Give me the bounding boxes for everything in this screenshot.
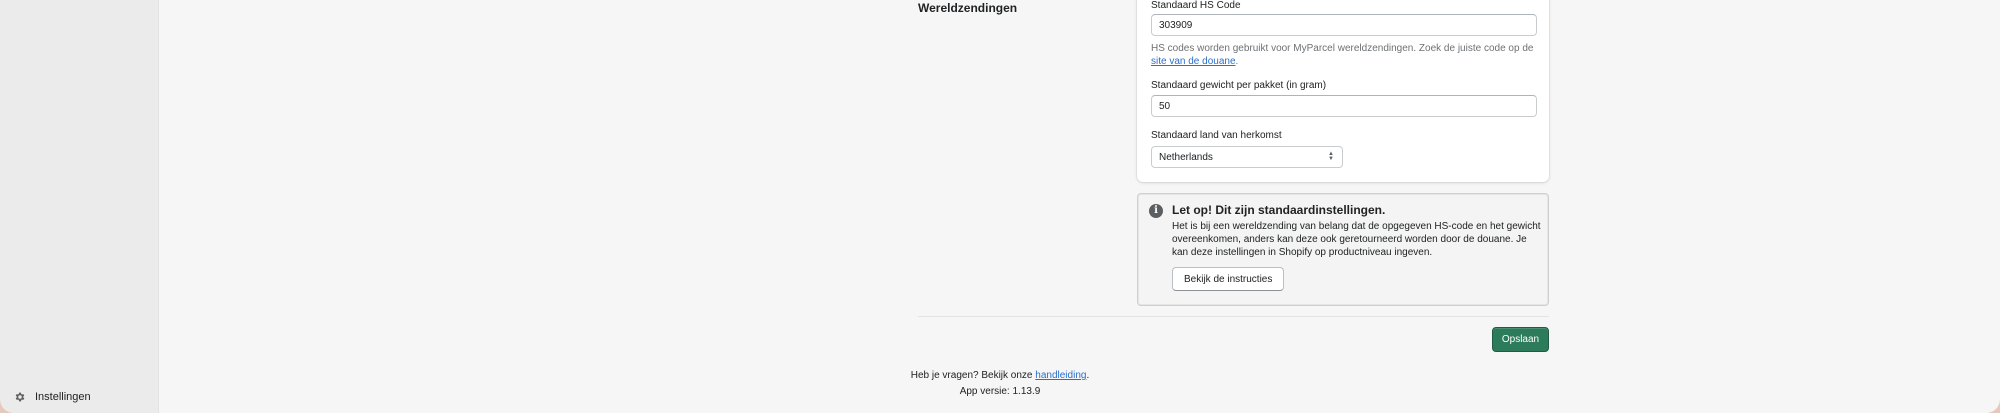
footer-help: Heb je vragen? Bekijk onze handleiding. (0, 370, 2000, 381)
settings-card: Standaard HS Code HS codes worden gebrui… (1137, 0, 1549, 182)
weight-input[interactable] (1151, 95, 1537, 117)
section-title: Wereldzendingen (918, 1, 1018, 15)
app-version: App versie: 1.13.9 (959, 386, 1041, 397)
main-content: Wereldzendingen Standaard HS Code HS cod… (159, 0, 2000, 413)
select-arrows-icon: ▲ ▼ (1328, 151, 1334, 162)
view-instructions-button[interactable]: Bekijk de instructies (1172, 267, 1285, 291)
banner-title: Let op! Dit zijn standaardinstellingen. (1172, 203, 1386, 217)
footer-help-end: . (1086, 370, 1090, 381)
hs-code-help: HS codes worden gebruikt voor MyParcel w… (1151, 42, 1541, 68)
country-label: Standaard land van herkomst (1151, 130, 1282, 141)
banner-text: Het is bij een wereldzending van belang … (1172, 221, 1541, 258)
country-select-value: Netherlands (1159, 151, 1213, 163)
info-icon: i (1149, 204, 1163, 218)
info-banner: i Let op! Dit zijn standaardinstellingen… (1137, 193, 1549, 306)
customs-site-link[interactable]: site van de douane (1151, 56, 1236, 67)
divider (918, 316, 1549, 317)
save-button[interactable]: Opslaan (1492, 327, 1549, 352)
weight-label: Standaard gewicht per pakket (in gram) (1151, 80, 1327, 91)
manual-link[interactable]: handleiding (1035, 370, 1086, 381)
app-window: Instellingen Wereldzendingen Standaard H… (0, 0, 2000, 413)
hs-code-label: Standaard HS Code (1151, 0, 1241, 11)
help-text: HS codes worden gebruikt voor MyParcel w… (1151, 43, 1534, 54)
footer-help-text: Heb je vragen? Bekijk onze (910, 370, 1036, 381)
country-select[interactable]: Netherlands ▲ ▼ (1151, 146, 1343, 168)
help-text-end: . (1235, 56, 1239, 67)
hs-code-input[interactable] (1151, 14, 1537, 36)
sidebar: Instellingen (0, 0, 159, 413)
